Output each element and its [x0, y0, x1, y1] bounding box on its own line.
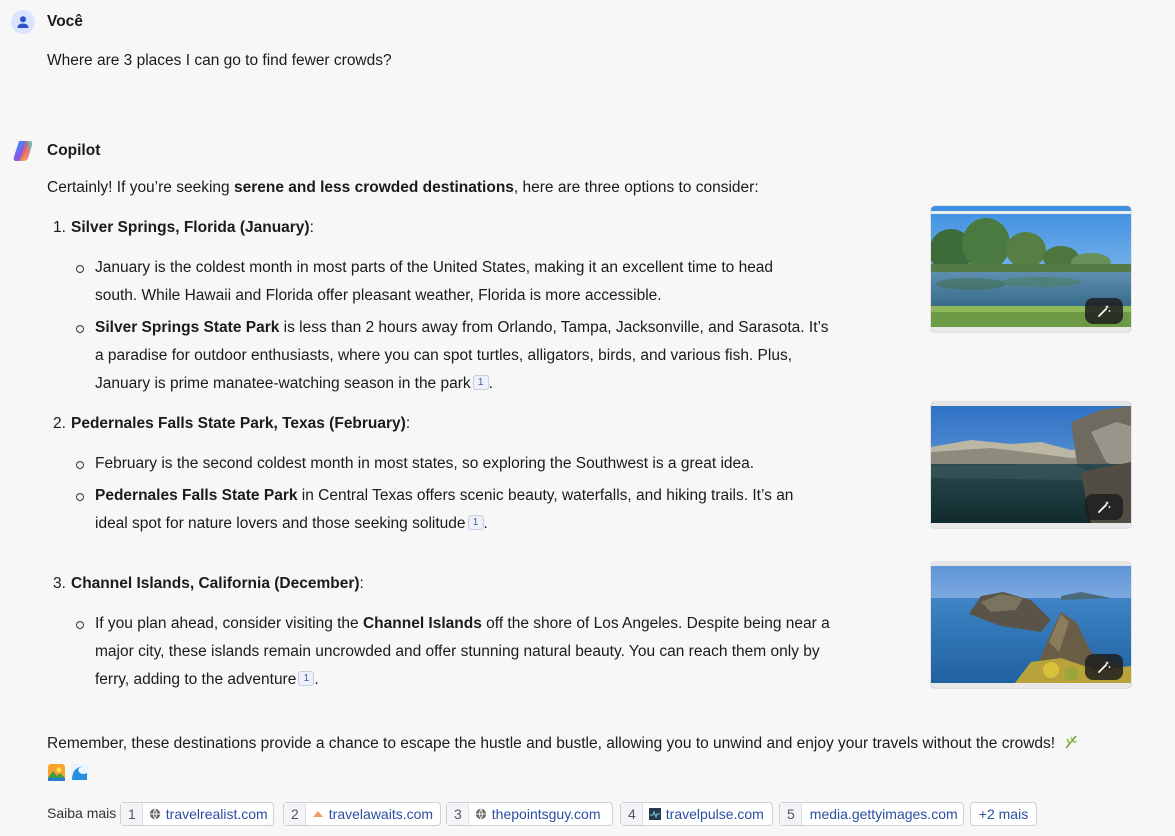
more-sources-button[interactable]: +2 mais — [970, 802, 1037, 826]
bullet-text-span: January is the coldest month in most par… — [95, 259, 774, 304]
source-link-travelpulse[interactable]: 4 travelpulse.com — [620, 802, 773, 826]
silver-springs-image[interactable] — [931, 206, 1131, 332]
intro-bold-text: serene and less crowded destinations — [233, 179, 514, 196]
water-wave-emoji — [71, 764, 88, 786]
list-item-title: Pedernales Falls State Park, Texas (Febr… — [71, 410, 410, 438]
citation-link[interactable]: 1 — [298, 671, 315, 686]
bullet-text: Pedernales Falls State Park in Central T… — [95, 482, 815, 538]
user-name: Você — [47, 13, 83, 30]
source-link-travelrealist[interactable]: 1 travelrealist.com — [120, 802, 274, 826]
source-number: 3 — [447, 803, 469, 825]
list-item-title-suffix: : — [359, 575, 364, 592]
source-site: travelawaits.com — [328, 806, 434, 822]
citation-link[interactable]: 1 — [472, 375, 489, 390]
bullet-marker — [76, 325, 84, 333]
source-link-gettyimages[interactable]: 5 media.gettyimages.com — [779, 802, 964, 826]
globe-icon — [149, 808, 161, 820]
more-sources-label: +2 mais — [978, 806, 1029, 822]
emoji-row — [48, 764, 88, 786]
copilot-name: Copilot — [47, 142, 101, 159]
list-item-title-text: Silver Springs, Florida (January) — [71, 219, 310, 236]
list-number: 1. — [53, 219, 66, 236]
bullet-text-span: February is the second coldest month in … — [95, 455, 755, 472]
bullet-marker — [76, 621, 84, 629]
source-site: travelpulse.com — [665, 806, 764, 822]
list-item-title-suffix: : — [309, 219, 314, 236]
magic-wand-icon[interactable] — [1085, 654, 1123, 680]
intro-text: Certainly! If you’re seeking — [47, 179, 234, 196]
globe-icon — [475, 808, 487, 820]
intro-text-end: , here are three options to consider: — [513, 179, 759, 196]
bullet-text: January is the coldest month in most par… — [95, 254, 815, 310]
pedernales-falls-image[interactable] — [931, 402, 1131, 528]
bullet-text-end: . — [314, 671, 319, 688]
source-link-travelawaits[interactable]: 2 travelawaits.com — [283, 802, 441, 826]
bullet-bold-text: Pedernales Falls State Park — [95, 487, 298, 504]
bullet-bold-text: Silver Springs State Park — [95, 319, 280, 336]
source-number: 5 — [780, 803, 802, 825]
bullet-text-span: If you plan ahead, consider visiting the — [95, 615, 363, 632]
user-icon — [17, 16, 29, 28]
magic-wand-icon[interactable] — [1085, 494, 1123, 520]
list-number: 3. — [53, 575, 66, 592]
source-number: 2 — [284, 803, 306, 825]
list-item-title-text: Pedernales Falls State Park, Texas (Febr… — [71, 415, 406, 432]
source-number: 4 — [621, 803, 643, 825]
bullet-text: If you plan ahead, consider visiting the… — [95, 610, 835, 694]
bullet-marker — [76, 265, 84, 273]
travelpulse-logo-icon — [648, 808, 661, 820]
list-number: 2. — [53, 415, 66, 432]
list-item-title: Channel Islands, California (December): — [71, 570, 364, 598]
bullet-text-end: . — [483, 515, 488, 532]
list-item-title-text: Channel Islands, California (December) — [71, 575, 360, 592]
copilot-intro: Certainly! If you’re seeking serene and … — [47, 174, 907, 202]
source-site: thepointsguy.com — [491, 806, 601, 822]
bullet-text: Silver Springs State Park is less than 2… — [95, 314, 835, 398]
source-link-thepointsguy[interactable]: 3 thepointsguy.com — [446, 802, 613, 826]
closing-text: Remember, these destinations provide a c… — [47, 730, 1137, 760]
travelawaits-logo-icon — [312, 808, 324, 820]
user-message: Where are 3 places I can go to find fewe… — [47, 52, 392, 69]
sources-label: Saiba mais — [47, 805, 117, 821]
bullet-bold-text: Channel Islands — [362, 615, 482, 632]
copilot-logo-icon — [11, 139, 35, 163]
bullet-marker — [76, 461, 84, 469]
citation-link[interactable]: 1 — [467, 515, 484, 530]
list-item-title-suffix: : — [405, 415, 411, 432]
list-item-title: Silver Springs, Florida (January): — [71, 214, 314, 242]
sunrise-over-mountains-emoji — [48, 764, 65, 786]
user-avatar — [11, 10, 35, 34]
magic-wand-icon[interactable] — [1085, 298, 1123, 324]
source-number: 1 — [121, 803, 143, 825]
source-site: travelrealist.com — [165, 806, 268, 822]
closing-text-span: Remember, these destinations provide a c… — [47, 735, 1056, 752]
source-site: media.gettyimages.com — [809, 806, 958, 822]
channel-islands-image[interactable] — [931, 562, 1131, 688]
bullet-text: February is the second coldest month in … — [95, 450, 835, 478]
herb-emoji — [1063, 732, 1079, 760]
bullet-marker — [76, 493, 84, 501]
bullet-text-end: . — [488, 375, 493, 392]
